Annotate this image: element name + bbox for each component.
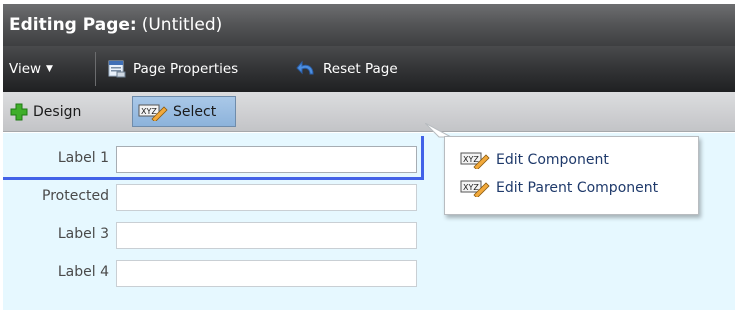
main-toolbar: View ▼ Page Properties Reset Page — [3, 46, 735, 92]
page-editor-window: Editing Page: (Untitled) View ▼ Page Prop… — [3, 4, 735, 310]
design-mode-button[interactable]: Design — [5, 96, 86, 127]
edit-component-label: Edit Component — [496, 152, 609, 168]
xyz-edit-icon: XYZ — [460, 180, 490, 197]
field-label: Label 1 — [57, 150, 109, 166]
toolbar-separator — [95, 52, 96, 86]
page-canvas: Label 1 Protected Label 3 Label 4 XYZ Ed… — [3, 123, 735, 310]
page-properties-button[interactable]: Page Properties — [108, 46, 238, 92]
select-mode-button[interactable]: XYZ Select — [132, 96, 236, 127]
edit-parent-component-label: Edit Parent Component — [496, 180, 659, 196]
page-properties-icon — [108, 60, 126, 78]
design-mode-label: Design — [33, 103, 82, 120]
xyz-edit-icon: XYZ — [460, 152, 490, 169]
xyz-edit-icon: XYZ — [138, 104, 168, 121]
title-bar: Editing Page: (Untitled) — [3, 4, 735, 46]
selection-outline-bottom — [3, 177, 424, 180]
svg-text:XYZ: XYZ — [463, 183, 479, 192]
svg-text:XYZ: XYZ — [141, 107, 157, 116]
field-label: Label 4 — [57, 264, 109, 280]
view-menu-button[interactable]: View ▼ — [9, 46, 53, 92]
undo-icon — [296, 60, 314, 75]
text-field-label-1[interactable] — [116, 146, 417, 173]
text-field-label-4[interactable] — [116, 260, 417, 287]
select-mode-label: Select — [173, 103, 217, 120]
chevron-down-icon: ▼ — [46, 64, 53, 74]
field-label: Label 3 — [57, 226, 109, 242]
page-title-value: (Untitled) — [141, 15, 223, 35]
field-label: Protected — [42, 188, 109, 204]
component-context-menu: XYZ Edit Component XYZ Edit Parent Compo… — [444, 136, 699, 215]
reset-page-label: Reset Page — [323, 61, 398, 77]
text-field-protected[interactable] — [116, 184, 417, 211]
mode-toolbar: Design XYZ Select — [3, 92, 735, 132]
plus-icon — [10, 103, 28, 120]
svg-text:XYZ: XYZ — [463, 155, 479, 164]
page-properties-label: Page Properties — [133, 61, 239, 77]
page-title-label: Editing Page: — [9, 15, 137, 35]
text-field-label-3[interactable] — [116, 222, 417, 249]
edit-component-menu-item[interactable]: XYZ Edit Component — [460, 150, 609, 170]
view-menu-label: View — [9, 61, 42, 77]
selection-outline-right — [421, 136, 424, 180]
edit-parent-component-menu-item[interactable]: XYZ Edit Parent Component — [460, 178, 658, 198]
reset-page-button[interactable]: Reset Page — [296, 46, 398, 92]
